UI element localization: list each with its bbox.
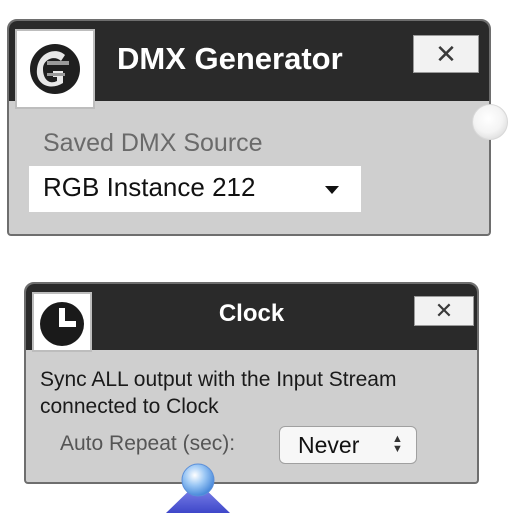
dmx-output-port[interactable] [472,104,508,140]
dmx-generator-node[interactable]: DMX Generator ✕ Saved DMX Source RGB Ins… [7,19,491,236]
saved-dmx-source-label: Saved DMX Source [43,129,263,157]
dmx-generator-header[interactable]: DMX Generator ✕ [9,21,489,109]
chevron-down-icon [325,186,339,194]
saved-dmx-source-value: RGB Instance 212 [43,172,256,202]
dmx-generator-close-button[interactable]: ✕ [413,35,479,73]
close-icon: ✕ [434,298,454,323]
auto-repeat-label: Auto Repeat (sec): [60,432,236,455]
clock-close-button[interactable]: ✕ [414,296,474,326]
saved-dmx-source-select[interactable]: RGB Instance 212 [29,166,361,212]
clock-description: Sync ALL output with the Input Stream co… [40,368,397,418]
clock-title: Clock [218,300,285,327]
clock-node[interactable]: Clock ✕ Sync ALL output with the Input S… [24,282,479,484]
node-canvas: DMX Generator ✕ Saved DMX Source RGB Ins… [0,0,519,513]
dmx-generator-icon [15,29,95,109]
clock-header[interactable]: Clock ✕ [26,284,477,352]
clock-input-port[interactable] [156,462,240,513]
stepper-icon: ▲ ▼ [392,433,403,455]
dmx-generator-title: DMX Generator [117,41,343,76]
auto-repeat-select[interactable]: Never ▲ ▼ [279,426,417,464]
auto-repeat-value: Never [298,432,360,458]
close-icon: ✕ [435,39,457,69]
